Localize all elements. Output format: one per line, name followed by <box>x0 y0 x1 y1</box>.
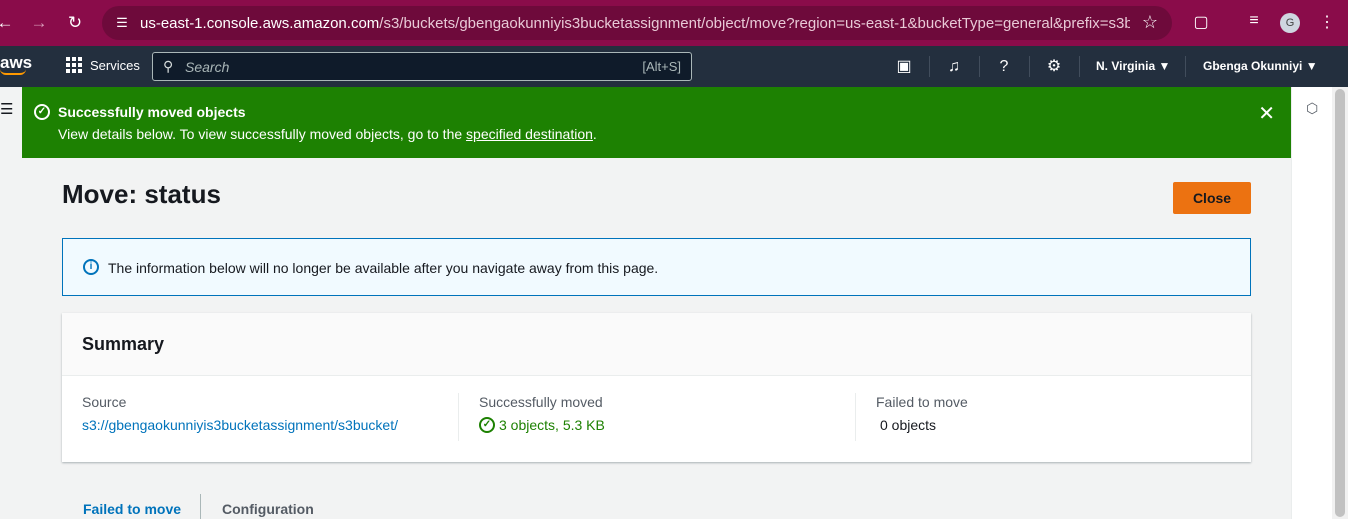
page-scrollbar[interactable] <box>1332 87 1348 519</box>
page-title: Move: status <box>62 179 221 209</box>
aws-top-nav: aws Services ⚲ [Alt+S] ▣ ♫ ? ⚙ N. Virgin… <box>0 46 1348 87</box>
back-icon[interactable]: ← <box>0 12 16 34</box>
profile-avatar[interactable]: G <box>1280 13 1300 33</box>
success-flash: ✓ Successfully moved objects View detail… <box>22 87 1291 158</box>
moved-status: ✓ 3 objects, 5.3 KB <box>479 417 605 433</box>
search-shortcut: [Alt+S] <box>642 59 681 74</box>
flash-message: View details below. To view successfully… <box>58 126 597 142</box>
info-text: The information below will no longer be … <box>108 260 659 276</box>
failed-label: Failed to move <box>876 394 968 410</box>
side-nav-menu-icon[interactable]: ☰ <box>0 100 13 118</box>
tab-failed-to-move[interactable]: Failed to move <box>83 501 181 517</box>
cloudshell-icon[interactable]: ▣ <box>894 57 914 77</box>
reading-list-icon[interactable]: ≡ <box>1243 12 1265 30</box>
address-bar[interactable]: ☰ us-east-1.console.aws.amazon.com/s3/bu… <box>102 6 1172 40</box>
bookmark-star-icon[interactable]: ☆ <box>1142 12 1158 33</box>
services-grid-icon <box>66 57 82 73</box>
aws-logo[interactable]: aws <box>0 53 32 75</box>
right-tools-rail: ⬡ <box>1291 87 1332 519</box>
summary-heading: Summary <box>82 334 165 354</box>
tools-hexagon-icon[interactable]: ⬡ <box>1306 100 1318 117</box>
forward-icon[interactable]: → <box>28 12 50 34</box>
browser-menu-icon[interactable]: ⋮ <box>1316 12 1338 32</box>
moved-value: 3 objects, 5.3 KB <box>499 417 605 433</box>
services-label: Services <box>90 57 140 73</box>
source-link[interactable]: s3://gbengaokunniyis3bucketassignment/s3… <box>82 417 398 433</box>
info-icon: i <box>83 259 99 275</box>
flash-title: Successfully moved objects <box>58 104 246 120</box>
summary-container: Summary Source s3://gbengaokunniyis3buck… <box>62 313 1251 462</box>
moved-column: Successfully moved ✓ 3 objects, 5.3 KB <box>479 394 605 433</box>
tab-configuration[interactable]: Configuration <box>222 501 314 517</box>
settings-gear-icon[interactable]: ⚙ <box>1044 57 1064 77</box>
success-check-icon: ✓ <box>34 104 50 120</box>
url-text[interactable]: us-east-1.console.aws.amazon.com/s3/buck… <box>140 15 1130 32</box>
success-check-icon: ✓ <box>479 417 495 433</box>
search-box[interactable]: ⚲ [Alt+S] <box>152 52 692 81</box>
close-button[interactable]: Close <box>1173 182 1251 214</box>
failed-column: Failed to move 0 objects <box>876 394 968 433</box>
extensions-icon[interactable]: ▢ <box>1190 12 1212 32</box>
flash-close-icon[interactable]: ✕ <box>1258 101 1275 126</box>
services-menu[interactable]: Services <box>66 57 140 73</box>
region-selector[interactable]: N. Virginia ▼ <box>1096 59 1170 73</box>
info-alert: i The information below will no longer b… <box>62 238 1251 296</box>
browser-toolbar: ← → ↻ ☰ us-east-1.console.aws.amazon.com… <box>0 0 1348 46</box>
failed-value: 0 objects <box>880 417 937 433</box>
reload-icon[interactable]: ↻ <box>64 12 86 34</box>
specified-destination-link[interactable]: specified destination <box>466 126 593 142</box>
help-icon[interactable]: ? <box>994 57 1014 77</box>
site-info-icon[interactable]: ☰ <box>112 15 132 31</box>
source-column: Source s3://gbengaokunniyis3bucketassign… <box>82 394 398 433</box>
notifications-bell-icon[interactable]: ♫ <box>944 57 964 77</box>
search-icon: ⚲ <box>163 58 174 74</box>
moved-label: Successfully moved <box>479 394 603 410</box>
search-input[interactable] <box>185 57 605 77</box>
account-menu[interactable]: Gbenga Okunniyi ▼ <box>1203 59 1318 73</box>
source-label: Source <box>82 394 127 410</box>
